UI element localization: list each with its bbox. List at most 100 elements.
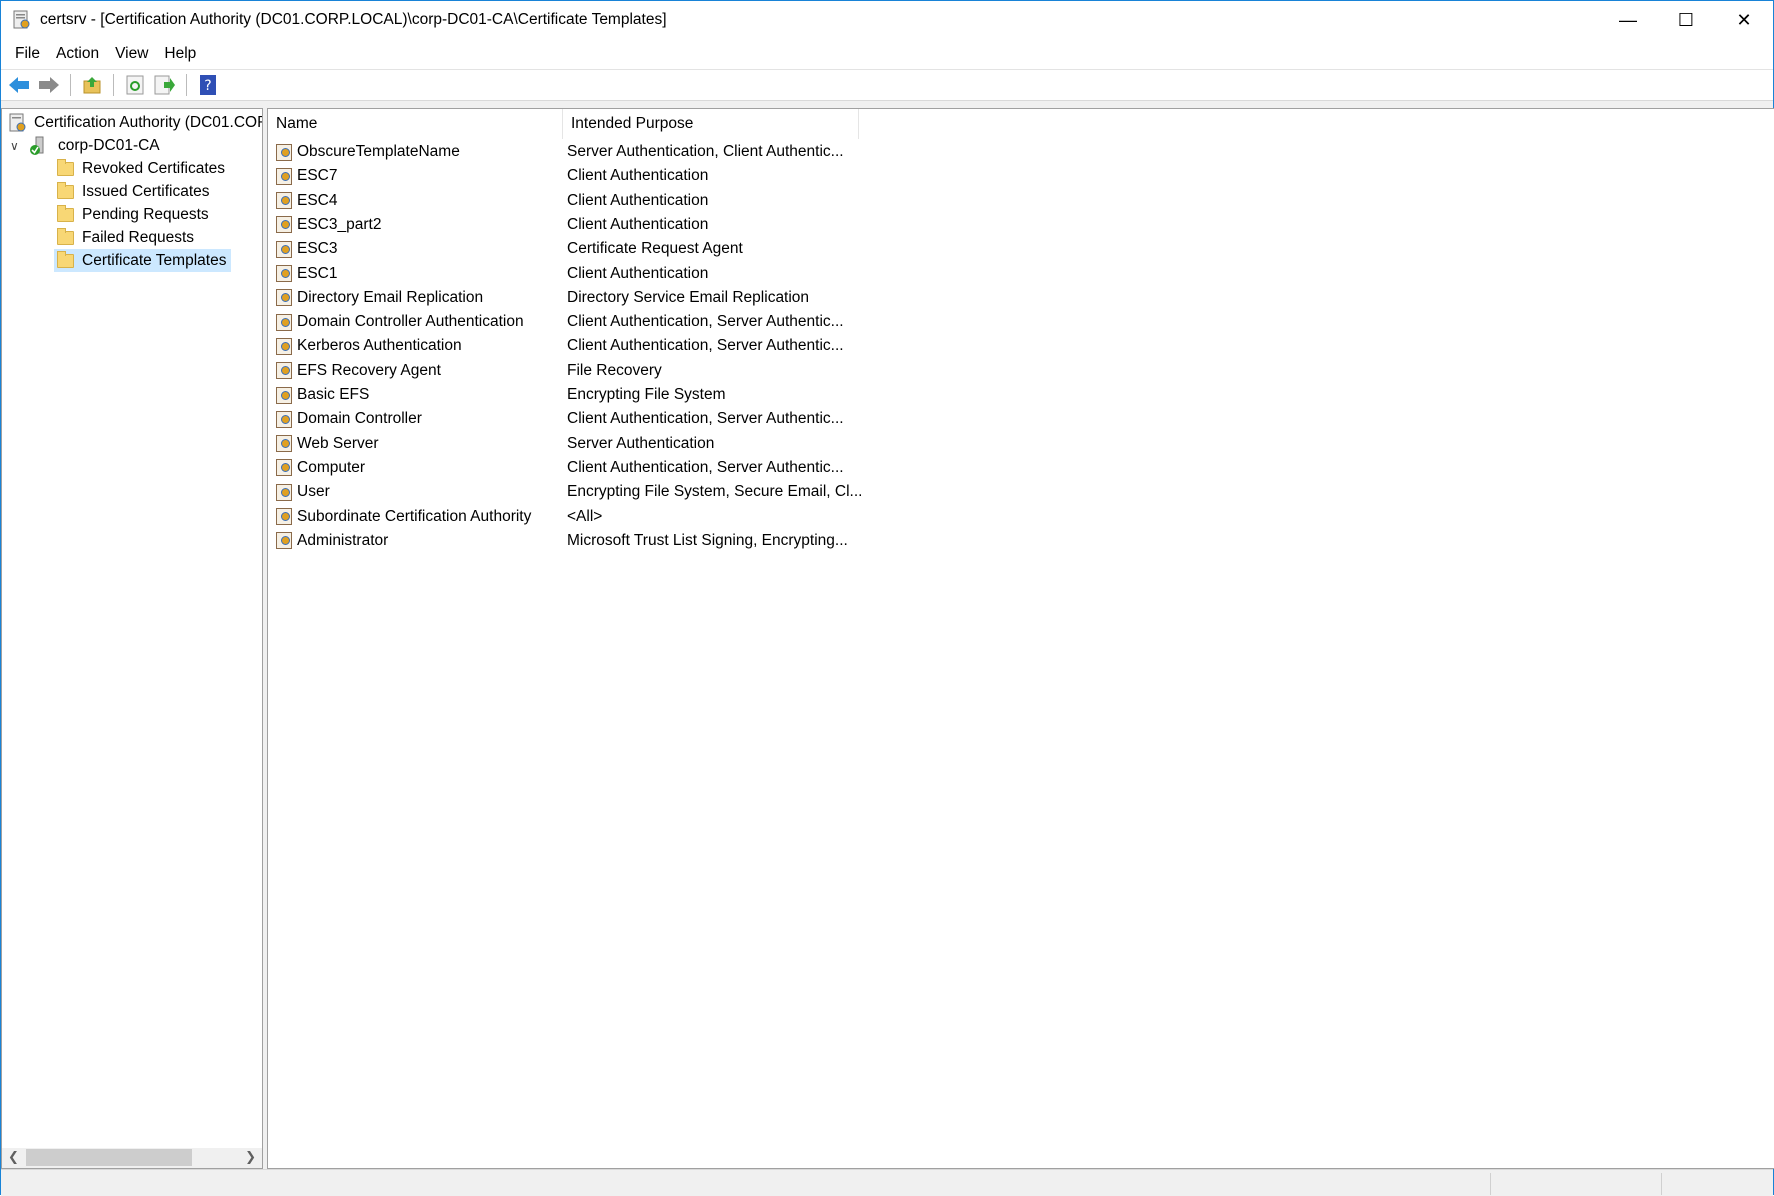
certificate-template-icon bbox=[276, 386, 292, 404]
result-pane: Name Intended Purpose ObscureTemplateNam… bbox=[267, 108, 1774, 1169]
table-row[interactable]: ObscureTemplateName Server Authentication… bbox=[268, 140, 844, 164]
column-header-intended-purpose[interactable]: Intended Purpose bbox=[563, 109, 859, 139]
certificate-template-icon bbox=[276, 410, 292, 428]
table-row[interactable]: ESC3_part2 Client Authentication bbox=[268, 213, 708, 237]
name-cell: ESC1 bbox=[268, 265, 563, 283]
table-row[interactable]: Subordinate Certification Authority <All> bbox=[268, 505, 602, 529]
table-row[interactable]: Domain Controller Client Authentication, … bbox=[268, 407, 844, 431]
folder-icon bbox=[57, 181, 74, 199]
name-cell: EFS Recovery Agent bbox=[268, 362, 563, 380]
scrollbar-thumb[interactable] bbox=[26, 1149, 192, 1166]
folder-icon bbox=[57, 227, 74, 245]
tree-ca-label: corp-DC01-CA bbox=[58, 136, 160, 154]
template-name: Domain Controller bbox=[297, 410, 422, 428]
menu-action[interactable]: Action bbox=[48, 45, 107, 63]
certificate-template-icon bbox=[276, 192, 292, 210]
tree-item-failed-requests[interactable]: Failed Requests bbox=[57, 226, 198, 249]
certificate-template-icon bbox=[276, 240, 292, 258]
table-row[interactable]: ESC1 Client Authentication bbox=[268, 262, 708, 286]
toolbar: ? bbox=[1, 69, 1773, 101]
table-row[interactable]: Directory Email Replication Directory Ser… bbox=[268, 286, 809, 310]
certificate-template-icon bbox=[276, 289, 292, 307]
forward-icon[interactable] bbox=[37, 73, 61, 97]
certsrv-app-icon bbox=[13, 10, 30, 29]
certificate-template-icon bbox=[276, 459, 292, 477]
close-button[interactable]: ✕ bbox=[1715, 1, 1773, 39]
refresh-icon[interactable] bbox=[123, 73, 147, 97]
status-divider bbox=[1490, 1173, 1491, 1195]
template-name: Basic EFS bbox=[297, 386, 370, 403]
certificate-template-icon bbox=[276, 483, 292, 501]
tree-item-revoked-certificates[interactable]: Revoked Certificates bbox=[57, 157, 229, 180]
up-folder-icon[interactable] bbox=[80, 73, 104, 97]
status-bar bbox=[1, 1169, 1773, 1196]
certificate-template-icon bbox=[276, 265, 292, 282]
intended-purpose: Client Authentication, Server Authentic.… bbox=[567, 313, 844, 331]
name-cell: Computer bbox=[268, 459, 563, 477]
template-name: ESC3_part2 bbox=[297, 215, 382, 233]
intended-purpose: Client Authentication, Server Authentic.… bbox=[567, 410, 844, 428]
scroll-left-icon[interactable]: ❮ bbox=[8, 1149, 19, 1165]
table-row[interactable]: Administrator Microsoft Trust List Signin… bbox=[268, 529, 848, 553]
column-header-name[interactable]: Name bbox=[268, 109, 563, 139]
window-title: certsrv - [Certification Authority (DC01… bbox=[40, 11, 667, 28]
minimize-button[interactable]: — bbox=[1599, 1, 1657, 39]
table-row[interactable]: Kerberos Authentication Client Authentica… bbox=[268, 334, 844, 358]
tree-item-certificate-templates[interactable]: Certificate Templates bbox=[54, 249, 232, 272]
tree-item-issued-certificates[interactable]: Issued Certificates bbox=[57, 180, 214, 203]
table-row[interactable]: ESC3 Certificate Request Agent bbox=[268, 237, 743, 261]
title-bar: certsrv - [Certification Authority (DC01… bbox=[1, 1, 1773, 39]
name-cell: Kerberos Authentication bbox=[268, 337, 563, 355]
table-row[interactable]: Computer Client Authentication, Server Au… bbox=[268, 456, 844, 480]
export-list-icon[interactable] bbox=[153, 73, 177, 97]
table-row[interactable]: ESC7 Client Authentication bbox=[268, 164, 708, 188]
tree-root[interactable]: Certification Authority (DC01.CORP.LOCAL… bbox=[8, 111, 262, 134]
menu-view[interactable]: View bbox=[107, 45, 156, 63]
list-header: Name Intended Purpose bbox=[268, 109, 1774, 139]
template-name: User bbox=[297, 483, 330, 501]
chevron-down-icon[interactable]: ∨ bbox=[10, 139, 28, 153]
tree-horizontal-scrollbar[interactable]: ❮ ❯ bbox=[2, 1148, 262, 1168]
intended-purpose: Client Authentication bbox=[567, 215, 709, 233]
table-row[interactable]: ESC4 Client Authentication bbox=[268, 189, 708, 213]
table-row[interactable]: User Encrypting File System, Secure Email… bbox=[268, 480, 862, 504]
toolbar-separator bbox=[70, 74, 71, 96]
intended-purpose: Microsoft Trust List Signing, Encrypting… bbox=[567, 531, 848, 549]
intended-purpose: Client Authentication bbox=[567, 167, 709, 185]
template-name: Computer bbox=[297, 458, 366, 476]
intended-purpose: Client Authentication, Server Authentic.… bbox=[567, 337, 844, 355]
scroll-right-icon[interactable]: ❯ bbox=[245, 1149, 256, 1165]
intended-purpose: <All> bbox=[567, 507, 603, 525]
name-cell: ESC3 bbox=[268, 240, 563, 258]
certificate-template-icon bbox=[276, 216, 292, 234]
name-cell: Administrator bbox=[268, 532, 563, 550]
intended-purpose: Server Authentication bbox=[567, 434, 715, 452]
name-cell: Domain Controller bbox=[268, 410, 563, 428]
certificate-template-icon bbox=[276, 167, 292, 185]
certification-authority-icon bbox=[9, 113, 26, 131]
ca-server-icon bbox=[30, 136, 44, 155]
name-cell: ESC4 bbox=[268, 192, 563, 210]
maximize-button[interactable]: ☐ bbox=[1657, 1, 1715, 39]
tree-ca-node[interactable]: ∨ corp-DC01-CA bbox=[10, 134, 160, 157]
table-row[interactable]: EFS Recovery Agent File Recovery bbox=[268, 359, 662, 383]
intended-purpose: Directory Service Email Replication bbox=[567, 288, 810, 306]
intended-purpose: Client Authentication, Server Authentic.… bbox=[567, 458, 844, 476]
table-row[interactable]: Web Server Server Authentication bbox=[268, 432, 714, 456]
template-name: Directory Email Replication bbox=[297, 288, 484, 306]
certificate-template-icon bbox=[276, 435, 292, 453]
intended-purpose: Encrypting File System bbox=[567, 386, 726, 403]
template-name: ESC7 bbox=[297, 167, 338, 185]
help-icon[interactable]: ? bbox=[196, 73, 220, 97]
back-icon[interactable] bbox=[7, 73, 31, 97]
tree-item-pending-requests[interactable]: Pending Requests bbox=[57, 203, 213, 226]
menu-help[interactable]: Help bbox=[156, 45, 204, 63]
table-row[interactable]: Domain Controller Authentication Client A… bbox=[268, 310, 844, 334]
pane-gap bbox=[1, 101, 1773, 108]
intended-purpose: Client Authentication bbox=[567, 264, 709, 282]
tree-item-label: Failed Requests bbox=[82, 228, 195, 246]
table-row[interactable]: Basic EFS Encrypting File System bbox=[268, 383, 726, 407]
folder-icon bbox=[57, 250, 74, 268]
menu-file[interactable]: File bbox=[7, 45, 48, 63]
certificate-template-icon bbox=[276, 532, 292, 550]
